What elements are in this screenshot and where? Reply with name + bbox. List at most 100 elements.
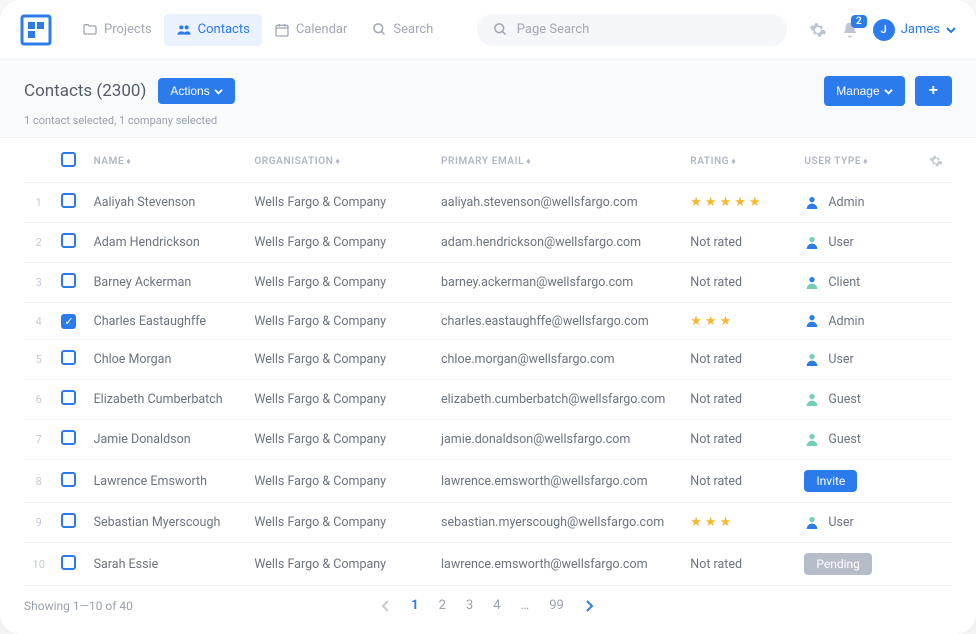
page-search-input[interactable]: Page Search: [477, 14, 787, 46]
row-number: 2: [24, 223, 53, 263]
person-icon: [804, 352, 820, 368]
app-logo: [20, 14, 52, 46]
page-next[interactable]: [584, 600, 594, 612]
cell-email: chloe.morgan@wellsfargo.com: [433, 340, 682, 380]
calendar-icon: [274, 22, 290, 38]
row-checkbox[interactable]: [61, 390, 76, 405]
cell-name: Lawrence Emsworth: [86, 460, 247, 503]
cell-name: Charles Eastaughffe: [86, 303, 247, 340]
table-row[interactable]: 2Adam HendricksonWells Fargo & Companyad…: [24, 223, 952, 263]
select-all-checkbox[interactable]: [61, 152, 76, 167]
cell-organisation: Wells Fargo & Company: [246, 303, 433, 340]
cell-organisation: Wells Fargo & Company: [246, 183, 433, 223]
search-placeholder: Page Search: [517, 22, 590, 37]
person-icon: [804, 313, 820, 329]
notifications-button[interactable]: 2: [841, 21, 859, 39]
column-header-rating[interactable]: RATING♦: [682, 138, 796, 183]
settings-button[interactable]: [809, 21, 827, 39]
actions-button[interactable]: Actions: [158, 78, 234, 104]
rating-stars: ★★★★★: [690, 195, 763, 210]
rating-stars: ★★★: [690, 515, 734, 530]
chevron-down-icon: [214, 87, 223, 96]
pending-badge: Pending: [804, 553, 872, 575]
nav-contacts[interactable]: Contacts: [164, 14, 262, 46]
row-checkbox[interactable]: [61, 233, 76, 248]
sort-icon: ♦: [126, 157, 131, 167]
cell-organisation: Wells Fargo & Company: [246, 460, 433, 503]
cell-email: adam.hendrickson@wellsfargo.com: [433, 223, 682, 263]
page-prev[interactable]: [381, 600, 391, 612]
column-header-organisation[interactable]: ORGANISATION♦: [246, 138, 433, 183]
table-row[interactable]: 9Sebastian MyerscoughWells Fargo & Compa…: [24, 503, 952, 543]
add-button[interactable]: +: [915, 76, 952, 106]
cell-name: Chloe Morgan: [86, 340, 247, 380]
avatar: J: [873, 19, 895, 41]
top-nav: ProjectsContactsCalendarSearch Page Sear…: [0, 0, 976, 60]
selection-summary: 1 contact selected, 1 company selected: [24, 114, 952, 127]
page-2[interactable]: 2: [439, 598, 446, 613]
usertype-cell: User: [804, 515, 912, 531]
cell-email: aaliyah.stevenson@wellsfargo.com: [433, 183, 682, 223]
table-row[interactable]: 5Chloe MorganWells Fargo & Companychloe.…: [24, 340, 952, 380]
row-checkbox[interactable]: [61, 555, 76, 570]
row-number: 9: [24, 503, 53, 543]
table-row[interactable]: 3Barney AckermanWells Fargo & Companybar…: [24, 263, 952, 303]
cell-name: Sarah Essie: [86, 543, 247, 586]
rating-not-rated: Not rated: [690, 474, 742, 489]
nav-projects[interactable]: Projects: [70, 14, 164, 46]
invite-button[interactable]: Invite: [804, 470, 857, 492]
page-99[interactable]: 99: [549, 598, 564, 613]
page-1[interactable]: 1: [411, 598, 418, 613]
row-number: 1: [24, 183, 53, 223]
manage-button[interactable]: Manage: [824, 76, 904, 106]
table-row[interactable]: 4Charles EastaughffeWells Fargo & Compan…: [24, 303, 952, 340]
table-row[interactable]: 1Aaliyah StevensonWells Fargo & Companya…: [24, 183, 952, 223]
people-icon: [176, 22, 192, 38]
usertype-cell: Admin: [804, 313, 912, 329]
cell-name: Sebastian Myerscough: [86, 503, 247, 543]
page-3[interactable]: 3: [466, 598, 473, 613]
row-number: 10: [24, 543, 53, 586]
rating-not-rated: Not rated: [690, 352, 742, 367]
cell-name: Adam Hendrickson: [86, 223, 247, 263]
table-footer: Showing 1—10 of 40 1234…99: [0, 586, 976, 613]
cell-organisation: Wells Fargo & Company: [246, 420, 433, 460]
cell-name: Jamie Donaldson: [86, 420, 247, 460]
person-icon: [804, 235, 820, 251]
row-number: 8: [24, 460, 53, 503]
row-checkbox[interactable]: [61, 513, 76, 528]
column-header-usertype[interactable]: USER TYPE♦: [796, 138, 920, 183]
person-icon: [804, 195, 820, 211]
table-settings-button[interactable]: [929, 154, 944, 168]
user-menu[interactable]: J James: [873, 19, 956, 41]
sort-icon: ♦: [731, 157, 736, 167]
search-icon: [371, 22, 387, 38]
pagination: 1234…99: [381, 598, 594, 613]
cell-email: jamie.donaldson@wellsfargo.com: [433, 420, 682, 460]
usertype-cell: Client: [804, 275, 912, 291]
page-4[interactable]: 4: [493, 598, 500, 613]
sort-icon: ♦: [863, 157, 868, 167]
person-icon: [804, 432, 820, 448]
row-checkbox[interactable]: [61, 350, 76, 365]
cell-name: Elizabeth Cumberbatch: [86, 380, 247, 420]
table-row[interactable]: 7Jamie DonaldsonWells Fargo & Companyjam…: [24, 420, 952, 460]
row-number: 3: [24, 263, 53, 303]
row-checkbox[interactable]: [61, 314, 76, 329]
row-checkbox[interactable]: [61, 430, 76, 445]
person-icon: [804, 392, 820, 408]
nav-calendar[interactable]: Calendar: [262, 14, 360, 46]
row-checkbox[interactable]: [61, 193, 76, 208]
notification-badge: 2: [851, 15, 867, 28]
column-header-email[interactable]: PRIMARY EMAIL♦: [433, 138, 682, 183]
column-header-name[interactable]: NAME♦: [86, 138, 247, 183]
row-checkbox[interactable]: [61, 273, 76, 288]
table-row[interactable]: 8 Lawrence EmsworthWells Fargo & Companyl…: [24, 460, 952, 503]
table-row[interactable]: 6Elizabeth CumberbatchWells Fargo & Comp…: [24, 380, 952, 420]
cell-email: lawrence.emsworth@wellsfargo.com: [433, 460, 682, 503]
person-icon: [804, 515, 820, 531]
nav-search[interactable]: Search: [359, 14, 445, 46]
table-row[interactable]: 10Sarah EssieWells Fargo & Companylawren…: [24, 543, 952, 586]
rating-not-rated: Not rated: [690, 432, 742, 447]
row-checkbox[interactable]: [61, 472, 76, 487]
